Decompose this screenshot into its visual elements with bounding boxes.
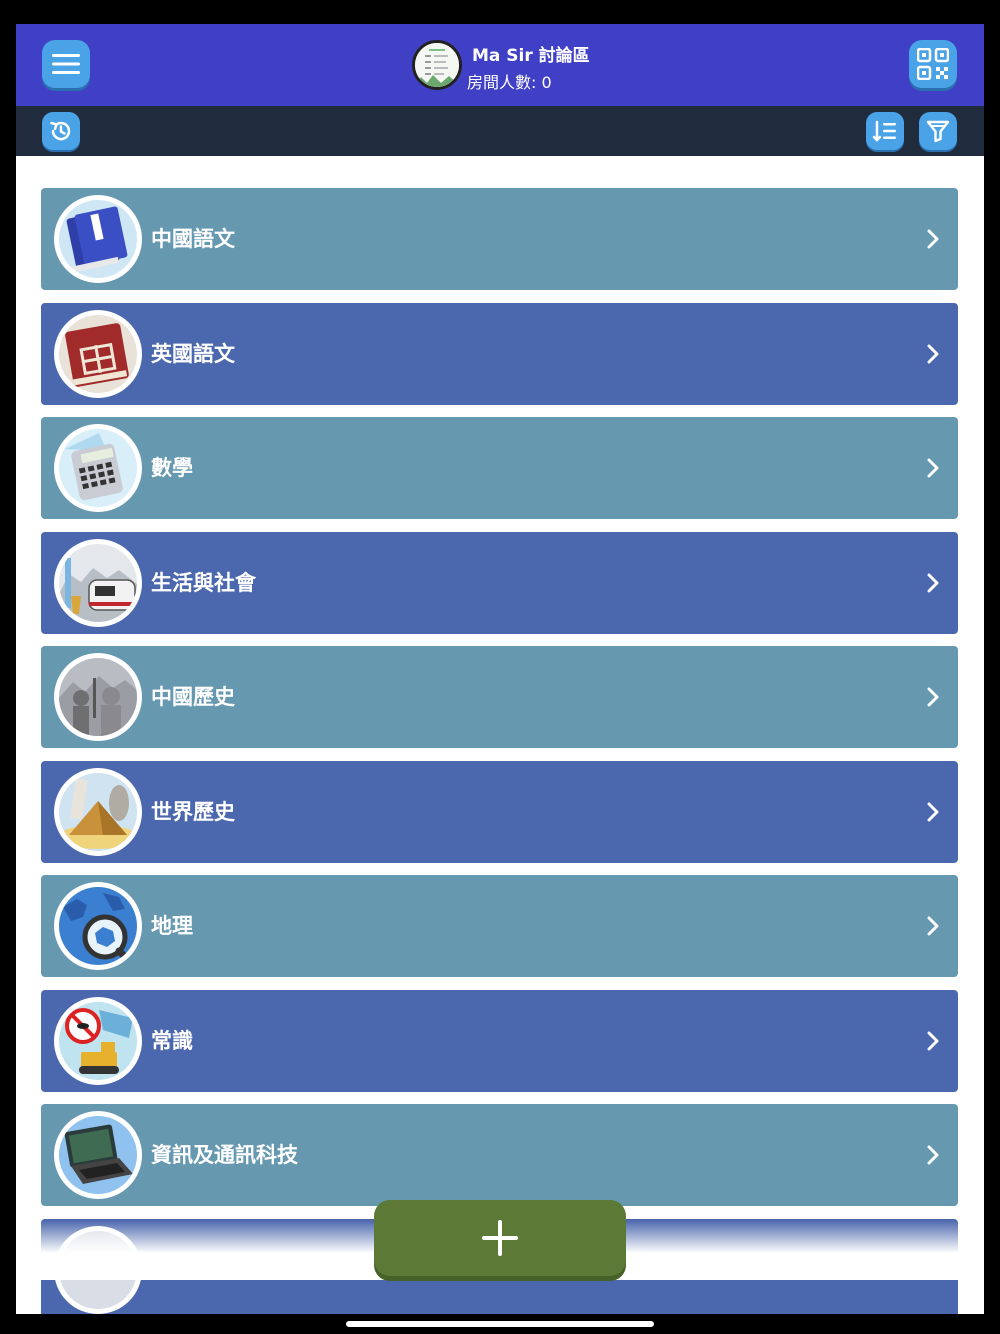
add-button[interactable] bbox=[374, 1200, 626, 1276]
mosquito-bulldozer-icon bbox=[54, 996, 142, 1085]
list-item-label: 生活與社會 bbox=[151, 570, 256, 595]
filter-icon bbox=[926, 120, 950, 143]
plus-icon bbox=[482, 1220, 518, 1256]
list-item-label: 世界歷史 bbox=[151, 799, 235, 824]
list-item[interactable]: 地理 bbox=[41, 875, 958, 977]
sort-list-icon bbox=[872, 120, 896, 142]
chevron-right-icon bbox=[927, 1031, 939, 1050]
list-item[interactable]: 數學 bbox=[41, 417, 958, 519]
list-item-label: 中國歷史 bbox=[151, 685, 235, 709]
header-bar: Ma Sir 討論區 房間人數: 0 bbox=[16, 24, 984, 106]
city-train-icon bbox=[54, 538, 142, 627]
list-item[interactable]: 生活與社會 bbox=[41, 531, 958, 634]
list-item-label: 資訊及通訊科技 bbox=[151, 1143, 298, 1167]
list-item-label: 中國語文 bbox=[151, 227, 235, 251]
laptop-icon bbox=[54, 1111, 142, 1199]
chevron-right-icon bbox=[927, 229, 939, 249]
page-title: Ma Sir 討論區 bbox=[472, 46, 590, 66]
list-item[interactable]: 資訊及通訊科技 bbox=[41, 1104, 958, 1206]
qr-code-icon bbox=[917, 48, 949, 80]
chevron-right-icon bbox=[927, 916, 939, 936]
pyramid-icon bbox=[54, 767, 142, 856]
app-screen: Ma Sir 討論區 房間人數: 0 中國語文 英國語文 數學 生活與社會 中國… bbox=[16, 24, 984, 1314]
chevron-right-icon bbox=[927, 458, 939, 478]
chevron-right-icon bbox=[927, 687, 939, 707]
sort-button[interactable] bbox=[866, 112, 904, 150]
list-item[interactable]: 世界歷史 bbox=[41, 760, 958, 863]
chinese-book-icon bbox=[54, 195, 142, 283]
english-book-icon bbox=[54, 309, 142, 398]
toolbar bbox=[16, 106, 984, 156]
chevron-right-icon bbox=[927, 573, 939, 592]
list-item[interactable]: 中國歷史 bbox=[41, 646, 958, 748]
calculator-icon bbox=[54, 424, 142, 512]
globe-magnifier-icon bbox=[54, 882, 142, 970]
list-item-label: 英國語文 bbox=[151, 341, 235, 366]
menu-button[interactable] bbox=[42, 40, 90, 88]
chevron-right-icon bbox=[927, 344, 939, 363]
list-item-label: 數學 bbox=[151, 456, 193, 480]
history-icon bbox=[50, 121, 71, 141]
qr-code-button[interactable] bbox=[909, 40, 957, 88]
filter-button[interactable] bbox=[919, 112, 957, 150]
chevron-right-icon bbox=[927, 1145, 939, 1165]
terracotta-warrior-icon bbox=[54, 653, 142, 741]
list-item[interactable]: 英國語文 bbox=[41, 302, 958, 405]
history-button[interactable] bbox=[42, 112, 80, 150]
room-member-count: 房間人數: 0 bbox=[467, 73, 552, 92]
list-item-label: 地理 bbox=[151, 914, 193, 938]
room-avatar[interactable] bbox=[412, 40, 462, 90]
chevron-right-icon bbox=[927, 802, 939, 821]
hamburger-menu-icon bbox=[52, 54, 80, 74]
list-item[interactable]: 中國語文 bbox=[41, 188, 958, 290]
home-indicator[interactable] bbox=[346, 1321, 654, 1327]
list-item[interactable]: 常識 bbox=[41, 989, 958, 1092]
list-item-label: 常識 bbox=[151, 1028, 193, 1053]
